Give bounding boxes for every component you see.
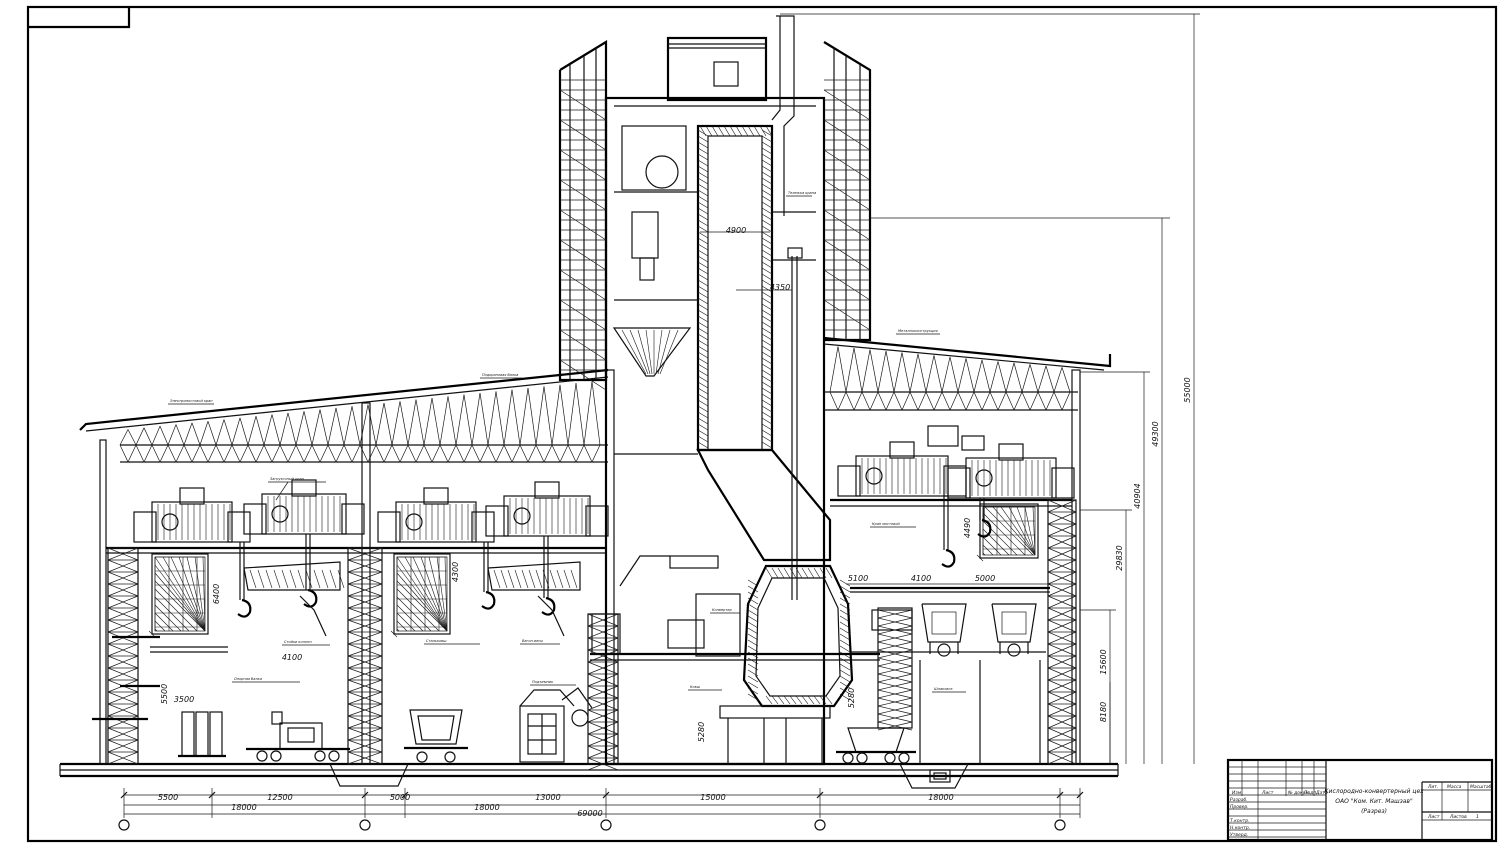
dim-bottom-5: 13000	[535, 793, 560, 802]
axis-marker	[1054, 819, 1066, 831]
dim-height-5: 15600	[1099, 649, 1108, 674]
dim-lbay-4: 5500	[160, 684, 169, 704]
label-ladle: Ковш	[690, 685, 701, 689]
dim-bottom-6: 15000	[700, 793, 725, 802]
tb-scale: Масштаб	[1470, 784, 1492, 790]
axis-marker	[814, 819, 826, 831]
dim-shaft-1: 4900	[726, 226, 746, 235]
dim-mbay-1: 4300	[451, 562, 460, 582]
dim-bottom-3: 5000	[390, 793, 410, 802]
label-metal-structure: Металлоконструкция	[898, 329, 938, 333]
label-weigh-car: Вагон-весы	[522, 639, 543, 643]
label-steel-ladle: Стальковш	[426, 639, 447, 643]
right-bay-structure	[823, 336, 1112, 765]
dim-height-1: 55000	[1183, 377, 1192, 402]
converter-tower	[558, 15, 880, 766]
dim-rbay-1: 5100	[848, 574, 868, 583]
tb-role-1: Разраб.	[1230, 797, 1248, 803]
label-support-beam: Опорная балка	[234, 677, 262, 681]
dim-lbay-1: 4100	[282, 653, 302, 662]
axis-marker	[118, 819, 130, 831]
dimension-lines	[118, 13, 1200, 831]
dim-bottom-1: 5500	[158, 793, 178, 802]
tb-title-3: (Разрез)	[1361, 808, 1387, 815]
left-ground-equipment	[178, 687, 593, 763]
tb-sheets: Листов	[1449, 814, 1467, 820]
label-lift: Подъемник	[532, 680, 554, 684]
dim-rbay-2: 4100	[911, 574, 931, 583]
tb-h-izm: Изм	[1232, 790, 1242, 796]
label-loading-crane: Загрузочный кран	[270, 477, 305, 481]
dim-rbay-3: 5000	[975, 574, 995, 583]
label-converter: Конвертер	[712, 608, 733, 612]
dimension-texts: 5500 12500 5000 18000 13000 15000 18000 …	[158, 226, 1192, 818]
label-beam: Подкрановая балка	[482, 373, 518, 377]
title-block: Изм Лист № докум. Подп. Дата Разраб. Про…	[1226, 758, 1494, 842]
tb-sheet: Лист	[1427, 814, 1440, 820]
label-columns: Стойки колонн	[284, 640, 312, 644]
dim-height-2: 49300	[1151, 421, 1160, 446]
dim-bottom-2: 12500	[267, 793, 292, 802]
dim-center-1: 5280	[697, 722, 706, 742]
axis-marker	[600, 819, 612, 831]
label-bridge-crane: Кран мостовой	[872, 522, 900, 526]
tb-h-list: Лист	[1261, 790, 1274, 796]
dim-shaft-2: 4350	[770, 283, 790, 292]
dim-bottom-total: 69000	[577, 809, 602, 818]
tb-role-4: Н.контр.	[1230, 825, 1250, 831]
axis-marker	[359, 819, 371, 831]
dim-bottom-span-1: 18000	[231, 803, 256, 812]
tb-role-2: Провер.	[1230, 804, 1249, 810]
tb-title-2: ОАО "Ком. Кит. Машзав"	[1335, 798, 1413, 805]
tb-mass: Масса	[1447, 784, 1462, 790]
tb-lit: Лит.	[1427, 784, 1438, 790]
dim-height-3: 40904	[1133, 483, 1142, 508]
dim-bottom-4: 18000	[474, 803, 499, 812]
tb-role-3: Т.контр.	[1230, 818, 1250, 824]
left-bay-structure	[79, 368, 619, 771]
tb-role-5: Утверд.	[1230, 832, 1248, 838]
dim-bottom-span-3: 18000	[928, 793, 953, 802]
engineering-drawing: 5500 12500 5000 18000 13000 15000 18000 …	[26, 5, 1498, 843]
label-slag-car: Шлаковоз	[934, 687, 953, 691]
label-crane: Электромостовой кран	[169, 399, 213, 403]
dim-center-3: 4490	[963, 518, 972, 538]
dim-lbay-3: 3500	[174, 695, 194, 704]
tb-title-1: Кислородно-конвертерный цех	[1324, 788, 1424, 795]
foundation	[59, 762, 1119, 789]
right-ground-equipment	[836, 603, 1041, 764]
label-crane-trolley: Тележка крана	[788, 191, 816, 195]
dim-center-2: 5280	[847, 688, 856, 708]
tb-sheets-count: 1	[1476, 814, 1479, 820]
dim-lbay-2: 6400	[212, 584, 221, 604]
dim-height-6: 8180	[1099, 702, 1108, 722]
dim-height-4: 29830	[1115, 545, 1124, 570]
